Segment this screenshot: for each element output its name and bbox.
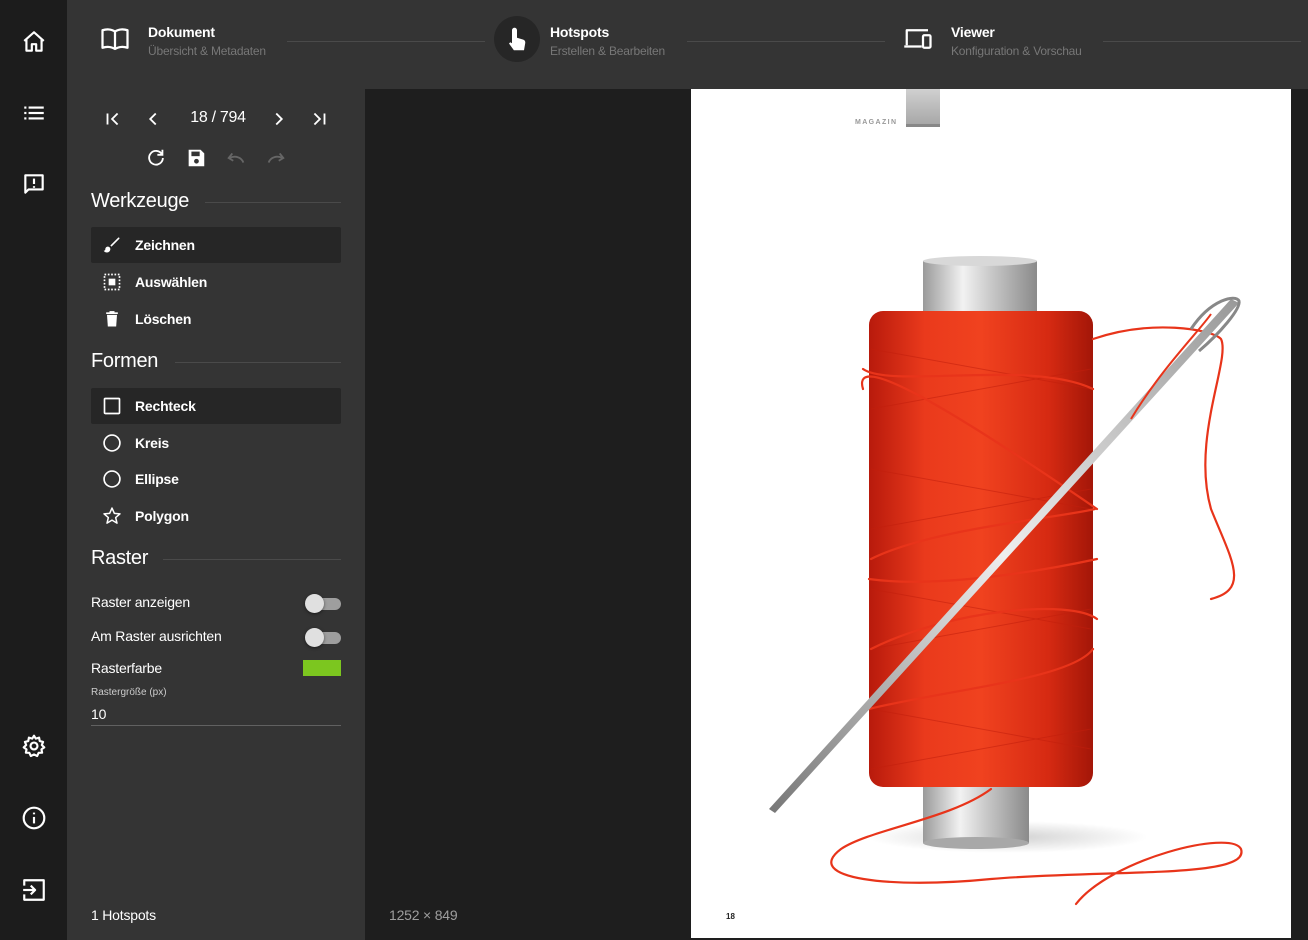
step-title: Viewer — [951, 24, 995, 40]
grid-show-setting: Raster anzeigen — [91, 590, 341, 614]
tool-label: Ellipse — [135, 471, 179, 487]
settings-icon[interactable] — [0, 716, 67, 776]
document-page[interactable]: MAGAZIN 18 — [691, 89, 1291, 938]
magazine-tab — [906, 89, 940, 127]
next-page-icon[interactable] — [267, 107, 291, 131]
setting-label: Rasterfarbe — [91, 660, 162, 676]
trash-icon — [102, 309, 122, 329]
grid-color-swatch[interactable] — [303, 660, 341, 676]
home-icon[interactable] — [0, 12, 67, 72]
step-title: Dokument — [148, 24, 215, 40]
circle-icon — [102, 469, 122, 489]
grid-snap-toggle[interactable] — [305, 625, 341, 647]
action-toolbar — [67, 146, 365, 170]
editor-canvas[interactable]: 1252 × 849 MAGAZIN 18 — [365, 89, 1308, 940]
step-subtitle: Übersicht & Metadaten — [148, 44, 266, 58]
tools-section-title: Werkzeuge — [91, 190, 190, 212]
square-icon — [102, 396, 122, 416]
info-icon[interactable] — [0, 788, 67, 848]
feedback-icon[interactable] — [0, 154, 67, 214]
step-viewer[interactable]: Viewer Konfiguration & Vorschau — [895, 18, 1082, 62]
refresh-icon[interactable] — [144, 146, 168, 170]
step-subtitle: Erstellen & Bearbeiten — [550, 44, 666, 58]
tool-label: Kreis — [135, 435, 170, 451]
tool-label: Rechteck — [135, 398, 196, 414]
grid-show-toggle[interactable] — [305, 591, 341, 613]
select-all-icon — [102, 272, 122, 292]
circle-icon — [102, 433, 122, 453]
icon-rail — [0, 0, 67, 940]
previous-page-icon[interactable] — [141, 107, 165, 131]
page-navigator: 18 / 794 — [67, 99, 365, 139]
logout-icon[interactable] — [0, 860, 67, 920]
step-subtitle: Konfiguration & Vorschau — [951, 44, 1082, 58]
redo-icon[interactable] — [264, 146, 288, 170]
thread-spool-illustration — [769, 256, 1243, 906]
shape-polygon[interactable]: Polygon — [91, 498, 341, 534]
section-divider — [205, 202, 341, 203]
page-indicator[interactable]: 18 / 794 — [187, 109, 249, 127]
tool-delete[interactable]: Löschen — [91, 301, 341, 337]
first-page-icon[interactable] — [101, 107, 125, 131]
shape-circle[interactable]: Kreis — [91, 425, 341, 461]
step-dokument[interactable]: Dokument Übersicht & Metadaten — [92, 18, 266, 62]
shape-rectangle[interactable]: Rechteck — [91, 388, 341, 424]
grid-size-input[interactable]: 10 — [91, 702, 341, 726]
touch-icon — [494, 16, 540, 62]
tool-label: Polygon — [135, 508, 189, 524]
list-icon[interactable] — [0, 83, 67, 143]
step-connector — [687, 41, 885, 42]
grid-section-title: Raster — [91, 547, 149, 569]
step-title: Hotspots — [550, 24, 610, 40]
magazine-label: MAGAZIN — [855, 119, 898, 126]
step-hotspots[interactable]: Hotspots Erstellen & Bearbeiten — [494, 16, 666, 62]
canvas-dimensions: 1252 × 849 — [389, 907, 458, 923]
tool-select[interactable]: Auswählen — [91, 264, 341, 300]
tool-label: Zeichnen — [135, 237, 195, 253]
grid-snap-setting: Am Raster ausrichten — [91, 624, 341, 648]
last-page-icon[interactable] — [307, 107, 331, 131]
hotspot-count: 1 Hotspots — [91, 907, 156, 923]
book-icon — [92, 16, 138, 62]
step-connector — [287, 41, 485, 42]
stepper-header: Dokument Übersicht & Metadaten Hotspots … — [67, 0, 1308, 89]
shape-ellipse[interactable]: Ellipse — [91, 461, 341, 497]
page-number: 18 — [726, 912, 735, 921]
grid-size-label: Rastergröße (px) — [91, 687, 167, 698]
star-icon — [102, 506, 122, 526]
setting-label: Raster anzeigen — [91, 594, 190, 610]
devices-icon — [895, 16, 941, 62]
save-icon[interactable] — [184, 146, 208, 170]
undo-icon[interactable] — [224, 146, 248, 170]
section-divider — [175, 362, 341, 363]
tool-label: Auswählen — [135, 274, 208, 290]
grid-color-setting: Rasterfarbe — [91, 656, 341, 680]
step-connector — [1103, 41, 1301, 42]
tool-label: Löschen — [135, 311, 192, 327]
setting-label: Am Raster ausrichten — [91, 628, 222, 644]
tool-draw[interactable]: Zeichnen — [91, 227, 341, 263]
tool-panel: 18 / 794 Werkzeuge Zeichnen Auswählen Lö… — [67, 89, 365, 940]
section-divider — [163, 559, 341, 560]
shapes-section-title: Formen — [91, 350, 159, 372]
brush-icon — [102, 235, 122, 255]
